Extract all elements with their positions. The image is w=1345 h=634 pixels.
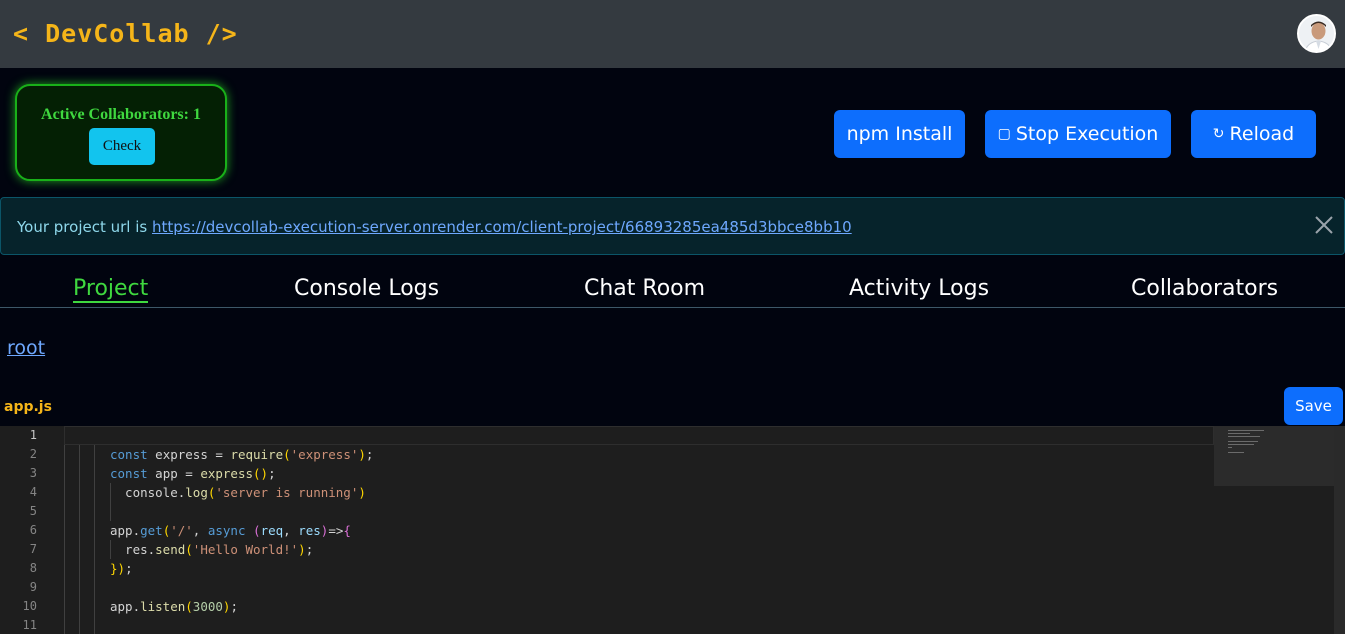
tab-activity-logs[interactable]: Activity Logs xyxy=(849,276,989,301)
project-url-alert: Your project url is https://devcollab-ex… xyxy=(0,197,1345,255)
reload-label: Reload xyxy=(1229,123,1295,145)
minimap-line xyxy=(1228,436,1260,437)
code-line: app.listen(3000); xyxy=(110,599,238,614)
save-button[interactable]: Save xyxy=(1284,387,1343,425)
project-url-link[interactable]: https://devcollab-execution-server.onren… xyxy=(152,218,852,236)
tab-console-logs[interactable]: Console Logs xyxy=(294,276,439,301)
current-line-highlight xyxy=(64,426,1214,445)
minimap-line xyxy=(1228,441,1258,442)
minimap-line xyxy=(1228,452,1244,453)
line-number: 2 xyxy=(29,447,37,461)
stop-execution-label: Stop Execution xyxy=(1015,123,1159,145)
line-number: 5 xyxy=(29,504,37,518)
avatar[interactable] xyxy=(1297,14,1336,53)
tab-collaborators[interactable]: Collaborators xyxy=(1131,276,1278,301)
code-line: const express = require('express'); xyxy=(110,447,374,462)
line-number: 6 xyxy=(29,523,37,537)
line-number: 8 xyxy=(29,561,37,575)
square-icon: ▢ xyxy=(997,126,1011,142)
refresh-icon: ↻ xyxy=(1212,126,1225,142)
npm-install-button[interactable]: npm Install xyxy=(834,110,965,158)
project-url-prefix: Your project url is xyxy=(17,218,152,236)
indent-guide xyxy=(64,445,65,634)
minimap-line xyxy=(1228,444,1254,445)
tab-bar: Project Console Logs Chat Room Activity … xyxy=(0,270,1345,308)
code-line: app.get('/', async (req, res)=>{ xyxy=(110,523,351,538)
line-number: 7 xyxy=(29,542,37,556)
active-collaborators-count: Active Collaborators: 1 xyxy=(41,106,201,123)
line-number: 1 xyxy=(29,428,37,442)
line-number: 10 xyxy=(22,599,37,613)
code-line: res.send('Hello World!'); xyxy=(110,542,314,557)
user-avatar-icon xyxy=(1299,16,1334,51)
check-collaborators-button[interactable]: Check xyxy=(89,128,155,165)
line-number: 9 xyxy=(29,580,37,594)
line-number: 4 xyxy=(29,485,37,499)
minimap-line xyxy=(1228,433,1250,434)
tab-chat-room[interactable]: Chat Room xyxy=(584,276,705,301)
active-collaborators-panel: Active Collaborators: 1 Check xyxy=(15,84,227,181)
editor-minimap[interactable] xyxy=(1214,426,1334,486)
indent-guide xyxy=(79,445,80,634)
code-line: }); xyxy=(110,561,133,576)
line-number: 11 xyxy=(22,618,37,632)
editor-scrollbar[interactable] xyxy=(1334,426,1345,634)
navbar: < DevCollab /> xyxy=(0,0,1345,68)
indent-guide xyxy=(94,445,95,634)
breadcrumb-root[interactable]: root xyxy=(7,337,45,359)
code-line: console.log('server is running') xyxy=(110,485,366,500)
project-url-text: Your project url is https://devcollab-ex… xyxy=(17,218,852,236)
tab-project[interactable]: Project xyxy=(73,276,149,303)
reload-button[interactable]: ↻ Reload xyxy=(1191,110,1316,158)
line-number: 3 xyxy=(29,466,37,480)
minimap-line xyxy=(1228,430,1264,431)
close-icon[interactable] xyxy=(1313,214,1335,236)
code-editor[interactable]: 1 2 3 4 5 6 7 8 9 10 11 const express = … xyxy=(0,426,1345,634)
stop-execution-button[interactable]: ▢ Stop Execution xyxy=(985,110,1171,158)
app-logo[interactable]: < DevCollab /> xyxy=(13,19,238,48)
code-line: const app = express(); xyxy=(110,466,276,481)
npm-install-label: npm Install xyxy=(846,123,953,145)
open-file-name: app.js xyxy=(4,399,52,415)
minimap-line xyxy=(1228,447,1232,448)
